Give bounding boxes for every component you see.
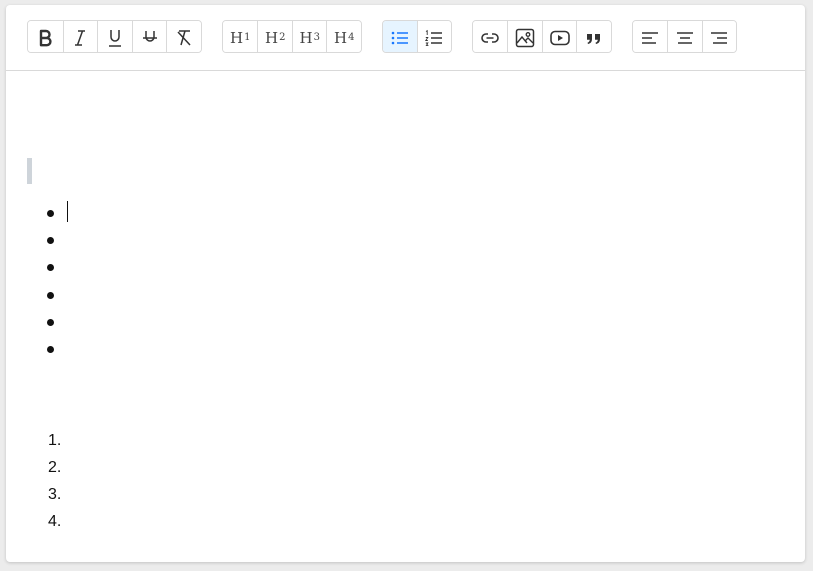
quote-icon <box>587 33 601 44</box>
editor-toolbar: H1 H2 H3 H4 <box>6 5 805 71</box>
ordered-list-button[interactable] <box>416 21 451 52</box>
blockquote-button[interactable] <box>576 21 611 52</box>
italic-button[interactable] <box>62 21 98 52</box>
strikethrough-icon <box>142 30 157 42</box>
image-icon <box>515 28 535 47</box>
insert-button-group <box>472 20 612 53</box>
bullet-list-item <box>47 264 54 271</box>
heading-button-group: H1 H2 H3 H4 <box>222 20 362 53</box>
blockquote-bar <box>27 158 32 184</box>
text-cursor <box>67 201 68 222</box>
bold-button[interactable] <box>28 21 63 52</box>
bullet-list-item <box>47 346 54 353</box>
align-right-icon <box>711 31 728 44</box>
bullet-list-icon <box>391 31 408 44</box>
format-button-group <box>27 20 202 53</box>
video-icon <box>549 30 570 45</box>
editor-content[interactable]: 1. 2. 3. 4. <box>6 71 805 562</box>
underline-icon <box>109 29 121 47</box>
strikethrough-button[interactable] <box>131 21 167 52</box>
bullet-list-item <box>47 237 54 244</box>
heading-3-button[interactable]: H3 <box>291 21 327 52</box>
clear-format-icon <box>177 29 191 46</box>
video-button[interactable] <box>541 21 577 52</box>
align-button-group <box>632 20 737 53</box>
link-button[interactable] <box>473 21 508 52</box>
align-center-icon <box>677 31 693 44</box>
image-button[interactable] <box>507 21 542 52</box>
bullet-list-item <box>47 210 54 217</box>
link-icon <box>481 32 500 43</box>
ordered-list-icon <box>425 29 443 46</box>
clear-format-button[interactable] <box>166 21 201 52</box>
ordered-list-item: 3. <box>48 486 62 503</box>
rich-text-editor: H1 H2 H3 H4 1. 2. 3. 4. <box>6 5 805 562</box>
heading-1-button[interactable]: H1 <box>223 21 258 52</box>
ordered-list-item: 4. <box>48 513 62 530</box>
bullet-list-button[interactable] <box>383 21 417 52</box>
align-left-button[interactable] <box>633 21 668 52</box>
align-right-button[interactable] <box>701 21 736 52</box>
align-center-button[interactable] <box>667 21 702 52</box>
ordered-list-item: 1. <box>48 432 62 449</box>
italic-icon <box>75 29 86 46</box>
list-button-group <box>382 20 452 53</box>
heading-2-button[interactable]: H2 <box>257 21 292 52</box>
bold-icon <box>40 29 52 46</box>
ordered-list-item: 2. <box>48 459 62 476</box>
underline-button[interactable] <box>97 21 132 52</box>
bullet-list-item <box>47 292 54 299</box>
bullet-list-item <box>47 319 54 326</box>
align-left-icon <box>642 31 659 44</box>
heading-4-button[interactable]: H4 <box>326 21 361 52</box>
